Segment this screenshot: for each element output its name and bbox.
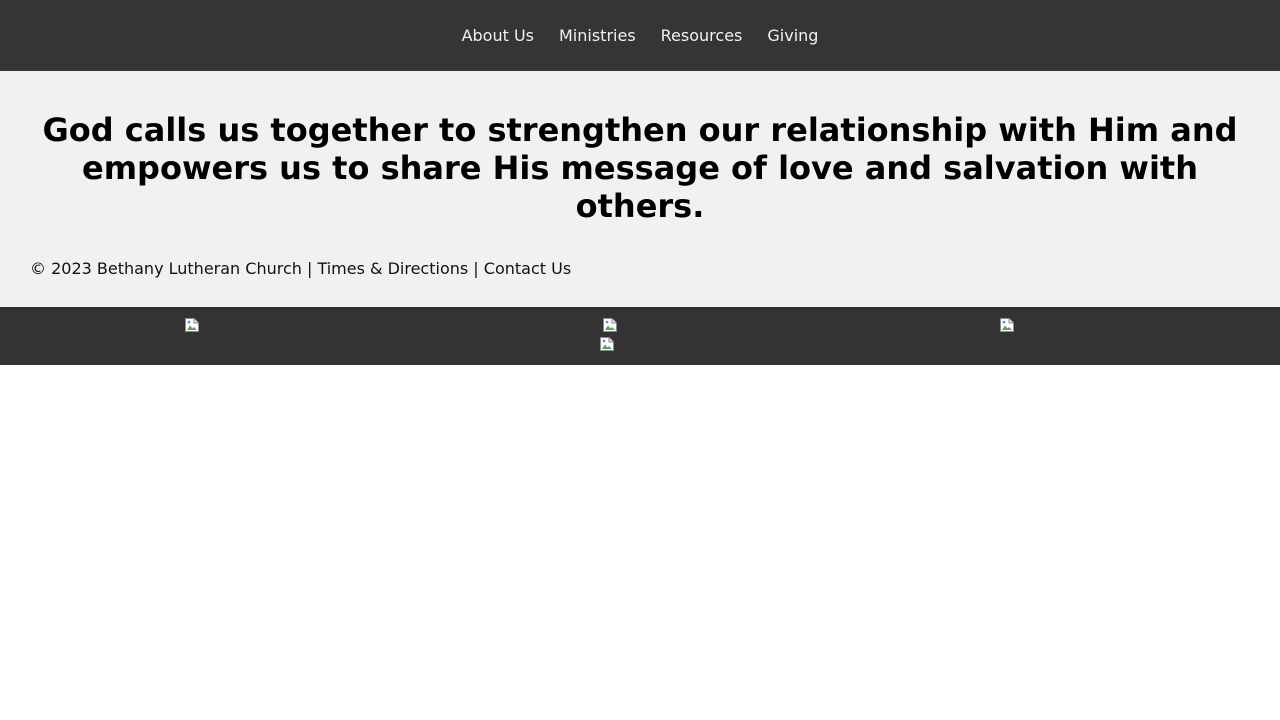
nav-link-giving[interactable]: Giving bbox=[767, 26, 818, 45]
nav-menu: About Us Ministries Resources Giving bbox=[462, 26, 819, 45]
hero-section: God calls us together to strengthen our … bbox=[0, 71, 1280, 307]
footer-line: © 2023 Bethany Lutheran Church | Times &… bbox=[30, 259, 1250, 279]
hero-heading: God calls us together to strengthen our … bbox=[42, 111, 1238, 225]
broken-image-icon[interactable] bbox=[999, 317, 1015, 333]
broken-image-icon[interactable] bbox=[599, 336, 615, 352]
image-bar bbox=[0, 307, 1280, 365]
top-navigation: About Us Ministries Resources Giving bbox=[0, 0, 1280, 71]
nav-item-giving: Giving bbox=[767, 26, 818, 45]
nav-item-ministries: Ministries bbox=[559, 26, 636, 45]
times-directions-link[interactable]: Times & Directions bbox=[317, 259, 468, 278]
nav-item-resources: Resources bbox=[661, 26, 743, 45]
broken-image-icon[interactable] bbox=[184, 317, 200, 333]
nav-item-about-us: About Us bbox=[462, 26, 534, 45]
nav-link-about-us[interactable]: About Us bbox=[462, 26, 534, 45]
copyright-text: © 2023 Bethany Lutheran Church bbox=[30, 259, 302, 278]
footer-separator: | bbox=[301, 259, 318, 278]
nav-link-resources[interactable]: Resources bbox=[661, 26, 743, 45]
footer-separator: | bbox=[468, 259, 484, 278]
contact-us-link[interactable]: Contact Us bbox=[484, 259, 571, 278]
broken-image-icon[interactable] bbox=[602, 317, 618, 333]
nav-link-ministries[interactable]: Ministries bbox=[559, 26, 636, 45]
